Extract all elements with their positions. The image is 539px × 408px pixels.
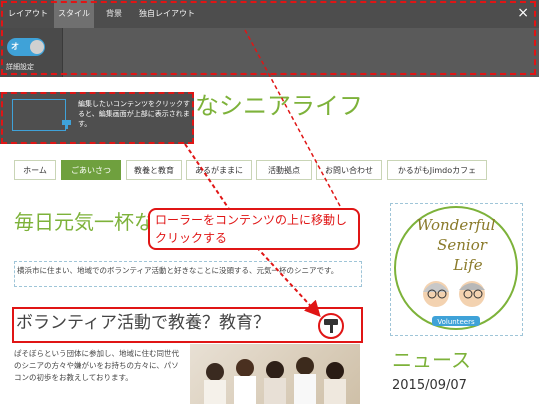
callout-text: ローラーをコンテンツの上に移動しクリックする: [155, 213, 348, 245]
roller-icon[interactable]: [323, 318, 339, 334]
annotation-arrows: [184, 29, 341, 317]
